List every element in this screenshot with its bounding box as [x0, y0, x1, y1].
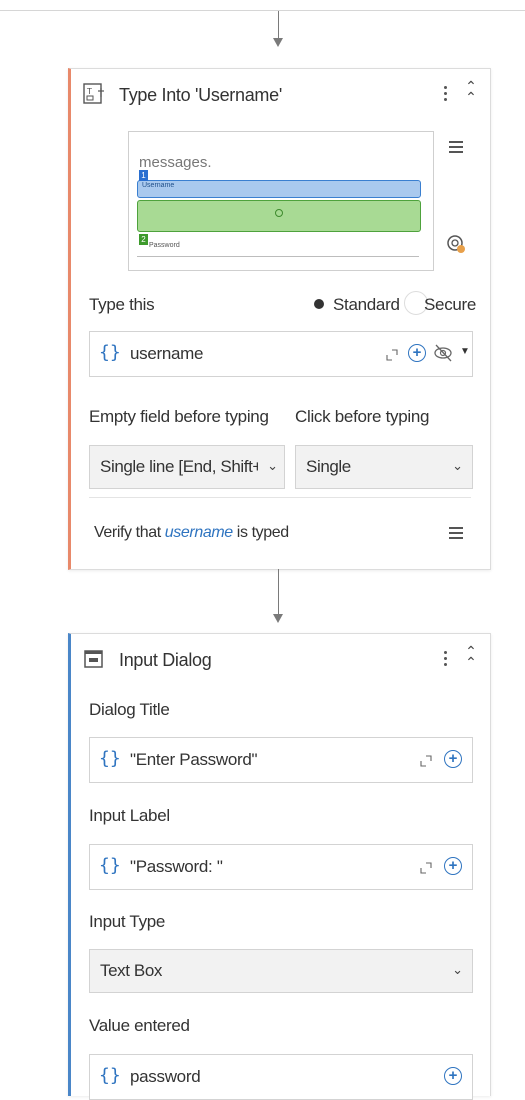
radio-selected-icon [314, 299, 324, 309]
type-this-value[interactable]: username [130, 344, 204, 364]
flow-arrow-icon [273, 614, 283, 623]
expand-editor-icon[interactable] [420, 862, 432, 874]
target-center-icon [275, 209, 283, 217]
activity-header[interactable]: T Type Into 'Username' ⌃ ⌃ [71, 69, 490, 121]
add-variable-icon[interactable]: + [408, 344, 426, 362]
dropdown-arrow-icon[interactable]: ▼ [460, 346, 470, 357]
preview-anchor-badge-2: 2 [139, 234, 148, 245]
verify-variable[interactable]: username [165, 524, 233, 541]
expression-braces-icon: {} [99, 342, 121, 363]
input-type-select[interactable]: Text Box ⌄ [89, 949, 473, 993]
type-into-activity[interactable]: T Type Into 'Username' ⌃ ⌃ messages. User… [68, 68, 491, 570]
input-type-value: Text Box [100, 961, 162, 980]
hide-text-icon[interactable] [433, 342, 455, 364]
collapse-icon[interactable]: ⌃ ⌃ [462, 79, 480, 104]
verify-typed-text: Verify that username is typed [94, 524, 289, 542]
mode-standard-label: Standard [333, 295, 400, 314]
chevron-down-icon: ⌄ [267, 458, 278, 473]
value-entered-value[interactable]: password [130, 1067, 201, 1087]
expression-braces-icon: {} [99, 748, 121, 769]
preview-target-area [137, 200, 421, 232]
collapse-icon[interactable]: ⌃ ⌃ [462, 644, 480, 669]
empty-field-value: Single line [End, Shift+Home, Del] [100, 457, 258, 476]
type-into-icon: T [83, 83, 104, 104]
activity-title: Type Into 'Username' [119, 85, 282, 105]
input-type-label: Input Type [89, 912, 166, 931]
empty-field-select[interactable]: Single line [End, Shift+Home, Del] ⌄ [89, 445, 285, 489]
target-indicate-icon[interactable] [446, 234, 466, 254]
verify-prefix: Verify that [94, 524, 165, 541]
click-before-value: Single [306, 457, 351, 476]
expression-braces-icon: {} [99, 855, 121, 876]
target-menu-icon[interactable] [449, 138, 463, 156]
type-this-field[interactable]: {} username + ▼ [89, 331, 473, 377]
click-before-label: Click before typing [295, 407, 430, 426]
add-variable-icon[interactable]: + [444, 857, 462, 875]
input-dialog-activity[interactable]: Input Dialog ⌃ ⌃ Dialog Title {} "Enter P… [68, 633, 491, 1100]
value-entered-field[interactable]: {} password + [89, 1054, 473, 1100]
preview-username-field: Username [137, 180, 421, 198]
expand-editor-icon[interactable] [420, 755, 432, 767]
add-variable-icon[interactable]: + [444, 1067, 462, 1085]
type-this-label: Type this [89, 295, 155, 314]
preview-messages-text: messages. [139, 154, 212, 171]
svg-text:T: T [86, 87, 92, 96]
preview-password-tag: Password [149, 242, 180, 249]
flow-arrow-icon [273, 38, 283, 47]
chevron-down-icon: ⌄ [452, 962, 463, 977]
add-variable-icon[interactable]: + [444, 750, 462, 768]
dialog-title-label: Dialog Title [89, 700, 170, 719]
expression-braces-icon: {} [99, 1065, 121, 1086]
input-label-field[interactable]: {} "Password: " + [89, 844, 473, 890]
expand-editor-icon[interactable] [386, 349, 398, 361]
value-entered-label: Value entered [89, 1016, 190, 1035]
input-label-label: Input Label [89, 806, 170, 825]
verify-menu-icon[interactable] [449, 524, 463, 542]
verify-suffix: is typed [232, 524, 289, 541]
activity-header[interactable]: Input Dialog ⌃ ⌃ [71, 634, 490, 686]
activity-title: Input Dialog [119, 650, 212, 670]
canvas-top-divider [0, 10, 525, 11]
chevron-down-icon: ⌄ [452, 458, 463, 473]
target-preview[interactable]: messages. Username 1 2 Password [128, 131, 434, 271]
input-dialog-icon [84, 650, 103, 668]
mode-secure-label: Secure [424, 295, 477, 314]
flow-connector [278, 569, 279, 617]
preview-username-tag: Username [142, 182, 175, 189]
dialog-title-value[interactable]: "Enter Password" [130, 750, 258, 770]
dialog-title-field[interactable]: {} "Enter Password" + [89, 737, 473, 783]
click-before-select[interactable]: Single ⌄ [295, 445, 473, 489]
section-divider [89, 497, 471, 498]
more-options-icon[interactable] [442, 648, 448, 670]
empty-field-label: Empty field before typing [89, 407, 269, 426]
input-label-value[interactable]: "Password: " [130, 857, 223, 877]
preview-bottom-line [137, 256, 419, 257]
flow-connector [278, 11, 279, 41]
more-options-icon[interactable] [442, 83, 448, 105]
preview-anchor-badge-1: 1 [139, 170, 148, 181]
